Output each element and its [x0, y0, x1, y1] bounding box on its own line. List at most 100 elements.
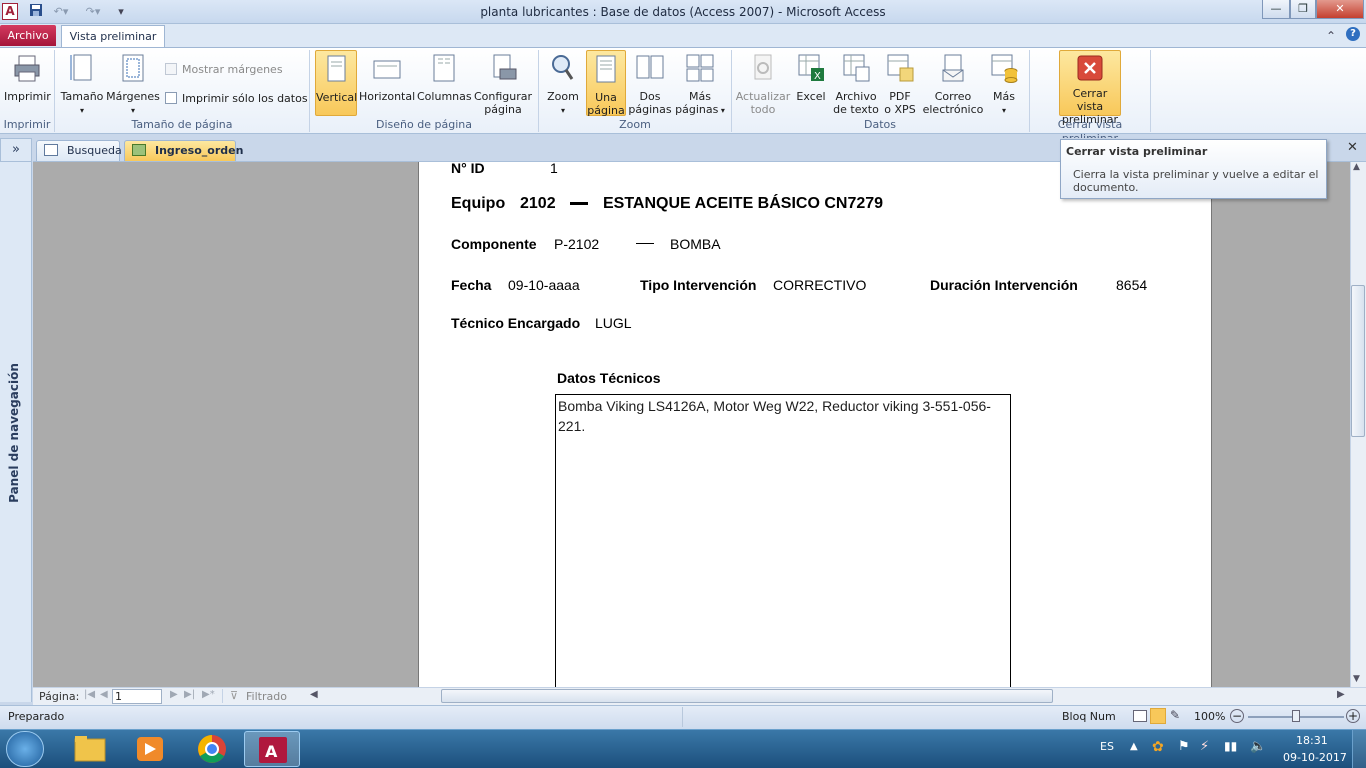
zoom-button[interactable]: Zoom ▾	[544, 52, 582, 117]
group-label-zoom: Zoom	[619, 118, 651, 131]
show-desktop-button[interactable]	[1352, 730, 1366, 768]
database-icon	[991, 54, 1018, 83]
two-pages-icon	[636, 55, 664, 79]
more-pages-button[interactable]: Más páginas ▾	[674, 52, 726, 117]
power-icon[interactable]: ⚡	[1200, 739, 1209, 754]
dash-separator	[570, 202, 588, 205]
tecnico-value: LUGL	[595, 315, 632, 331]
chrome-taskbar-icon[interactable]	[184, 731, 240, 767]
media-player-taskbar-icon[interactable]	[122, 731, 178, 767]
size-button[interactable]: Tamaño ▾	[60, 52, 104, 117]
show-margins-checkbox[interactable]: Mostrar márgenes	[165, 63, 283, 76]
tab-vista-preliminar[interactable]: Vista preliminar	[61, 25, 165, 48]
separator	[682, 707, 683, 727]
close-preview-icon	[1077, 55, 1103, 81]
design-view-icon[interactable]: ✎	[1170, 708, 1180, 722]
save-icon[interactable]	[28, 3, 44, 20]
network-icon[interactable]: ▮▮	[1224, 739, 1237, 753]
help-icon[interactable]: ⌃	[1326, 29, 1336, 43]
tab-busqueda[interactable]: Busqueda	[36, 140, 122, 161]
tab-archivo[interactable]: Archivo	[0, 25, 56, 46]
tooltip: Cerrar vista preliminar Cierra la vista …	[1060, 139, 1327, 199]
report-view-icon[interactable]	[1133, 710, 1147, 722]
vertical-button[interactable]: Vertical	[315, 50, 357, 116]
equipo-label: Equipo	[451, 195, 506, 212]
next-page-icon[interactable]: ▶	[170, 689, 178, 700]
vertical-scroll-thumb[interactable]	[1351, 285, 1365, 437]
horizontal-scroll-thumb[interactable]	[441, 689, 1053, 703]
refresh-all-button[interactable]: Actualizar todo	[735, 52, 791, 116]
scroll-up-icon[interactable]: ▲	[1353, 162, 1360, 172]
one-page-button[interactable]: Una página	[586, 50, 626, 117]
report-icon	[132, 144, 146, 156]
id-value: 1	[550, 160, 558, 176]
svg-text:A: A	[265, 742, 278, 761]
filter-status[interactable]: Filtrado	[246, 690, 287, 703]
print-data-only-checkbox[interactable]: Imprimir sólo los datos	[165, 92, 308, 105]
print-preview-view-icon[interactable]	[1150, 708, 1166, 724]
text-file-icon	[843, 54, 870, 82]
group-label-imprimir: Imprimir	[3, 118, 51, 131]
volume-icon[interactable]: 🔈	[1250, 739, 1266, 754]
pdf-xps-button[interactable]: PDF o XPS	[882, 52, 918, 116]
excel-button[interactable]: X Excel	[794, 52, 828, 103]
dash-separator	[636, 243, 654, 244]
zoom-level: 100%	[1194, 710, 1226, 723]
scroll-down-icon[interactable]: ▼	[1353, 674, 1360, 684]
horizontal-button[interactable]: Horizontal	[359, 52, 415, 103]
landscape-icon	[373, 60, 401, 79]
componente-name: BOMBA	[670, 236, 721, 252]
duracion-value: 8654	[1116, 277, 1148, 293]
one-page-icon	[596, 55, 616, 83]
fecha-value: 09-10-aaaa	[508, 277, 580, 293]
question-icon[interactable]: ?	[1346, 27, 1360, 41]
access-taskbar-icon[interactable]: A	[244, 731, 300, 767]
navigation-pane-label: Panel de navegación	[7, 363, 21, 503]
close-document-icon[interactable]: ✕	[1347, 140, 1361, 158]
group-label-tamano: Tamaño de página	[131, 118, 233, 131]
zoom-out-icon[interactable]: −	[1230, 709, 1244, 723]
email-icon	[942, 54, 964, 82]
scroll-right-icon[interactable]: ▶	[1337, 689, 1345, 700]
action-center-icon[interactable]: ⚑	[1178, 739, 1190, 754]
navigation-pane[interactable]: Panel de navegación	[0, 162, 32, 702]
zoom-slider-thumb[interactable]	[1292, 710, 1300, 722]
nav-pane-expand-button[interactable]: »	[0, 138, 32, 162]
id-label: N° ID	[451, 160, 485, 176]
restore-button[interactable]: ❐	[1290, 0, 1316, 19]
scroll-left-icon[interactable]: ◀	[310, 689, 318, 700]
minimize-button[interactable]: —	[1262, 0, 1290, 19]
text-file-button[interactable]: Archivo de texto	[832, 52, 880, 116]
explorer-taskbar-icon[interactable]	[62, 731, 118, 767]
clock-time[interactable]: 18:31	[1296, 734, 1328, 747]
zoom-in-icon[interactable]: +	[1346, 709, 1360, 723]
close-button[interactable]: ✕	[1316, 0, 1364, 19]
previous-page-icon[interactable]: ◀	[100, 689, 108, 700]
more-export-button[interactable]: Más ▾	[988, 52, 1020, 117]
email-button[interactable]: Correo electrónico	[922, 52, 984, 116]
first-page-icon[interactable]: |◀	[84, 689, 95, 700]
last-page-icon[interactable]: ▶|	[184, 689, 195, 700]
access-app-icon[interactable]: A	[2, 3, 18, 20]
margins-button[interactable]: Márgenes ▾	[106, 52, 160, 117]
tab-ingreso-orden[interactable]: Ingreso_orden	[124, 140, 243, 161]
redo-icon[interactable]: ↷▾	[82, 3, 104, 20]
undo-icon[interactable]: ↶▾	[50, 3, 72, 20]
language-indicator[interactable]: ES	[1100, 740, 1114, 753]
clock-date[interactable]: 09-10-2017	[1283, 751, 1347, 764]
group-label-datos: Datos	[864, 118, 896, 131]
tray-app-icon[interactable]: ✿	[1152, 739, 1164, 755]
print-button[interactable]: Imprimir	[4, 52, 51, 103]
columns-icon	[433, 54, 455, 82]
page-label: Página:	[39, 690, 80, 703]
two-pages-button[interactable]: Dos páginas	[628, 52, 672, 116]
customize-toolbar-icon[interactable]: ▾	[114, 3, 128, 20]
page-number-input[interactable]: 1	[112, 689, 162, 704]
new-record-icon[interactable]: ▶*	[202, 689, 215, 700]
columns-button[interactable]: Columnas	[417, 52, 472, 103]
show-hidden-icons-icon[interactable]: ▲	[1130, 741, 1138, 752]
page-setup-button[interactable]: Configurar página	[473, 52, 533, 116]
close-preview-button[interactable]: Cerrar vista preliminar	[1059, 50, 1121, 126]
start-button-icon[interactable]	[6, 731, 44, 767]
separator	[54, 50, 55, 132]
